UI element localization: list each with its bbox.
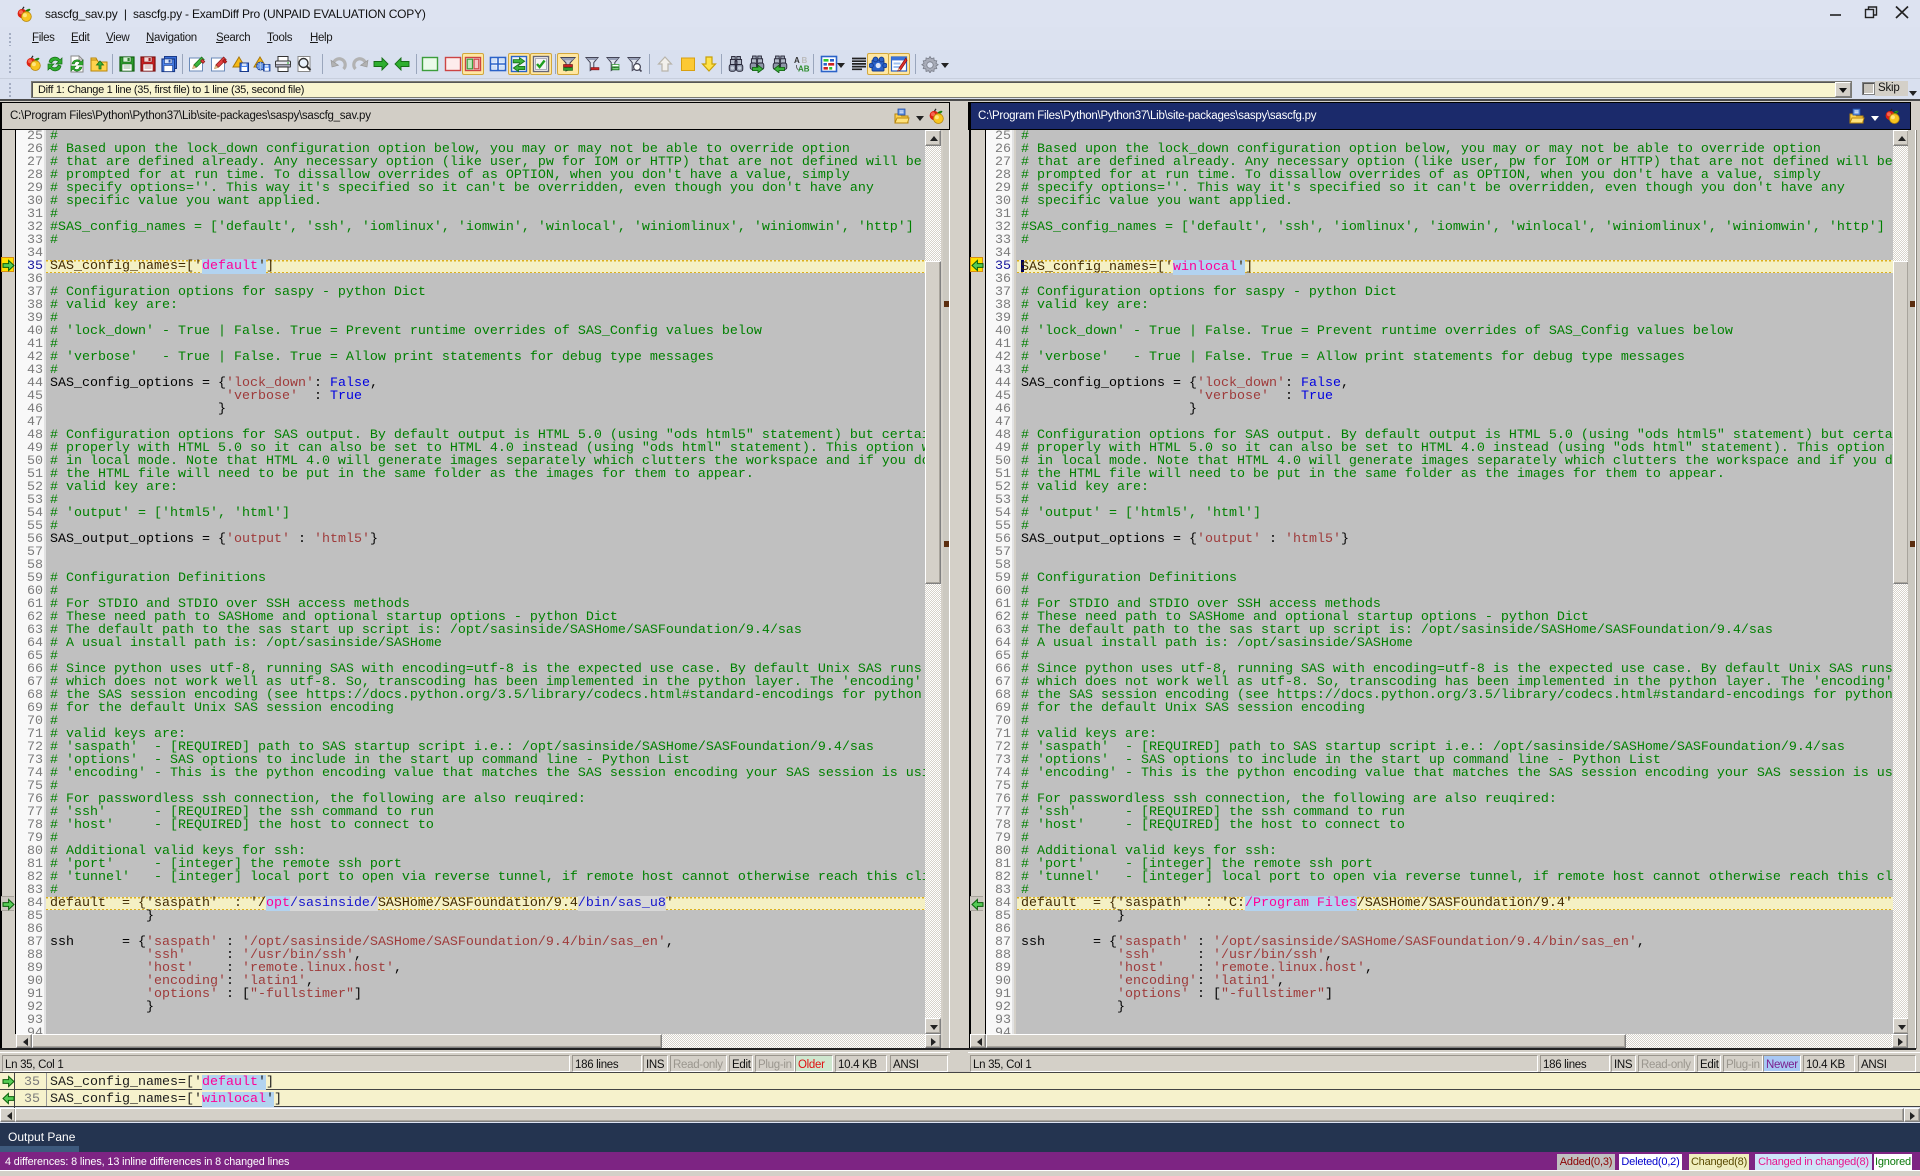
- svg-text:AB: AB: [798, 65, 810, 74]
